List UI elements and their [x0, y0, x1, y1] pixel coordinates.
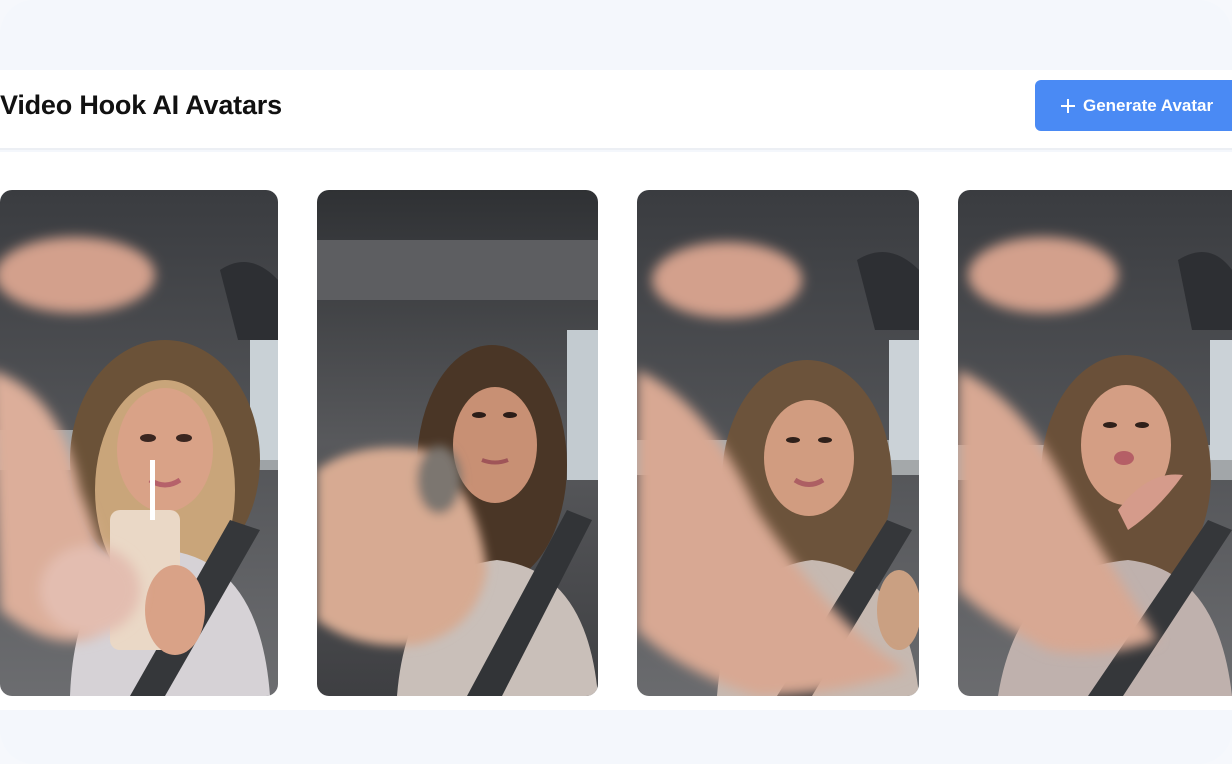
- avatar-card-1[interactable]: [0, 190, 278, 696]
- top-spacer: [0, 0, 1232, 70]
- page-title: Video Hook AI Avatars: [0, 90, 282, 120]
- bottom-spacer: [0, 710, 1232, 764]
- app-window: Video Hook AI Avatars Generate Avatar: [0, 0, 1232, 764]
- generate-avatar-button[interactable]: Generate Avatar: [1035, 80, 1232, 131]
- avatar-card-2[interactable]: [317, 190, 598, 696]
- avatar-image-2: [317, 190, 598, 696]
- generate-avatar-label: Generate Avatar: [1083, 95, 1214, 115]
- avatar-image-4: [958, 190, 1232, 696]
- avatar-card-4[interactable]: [958, 190, 1232, 696]
- avatar-image-3: [637, 190, 919, 696]
- plus-icon: [1061, 98, 1075, 113]
- avatar-image-1: [0, 190, 278, 696]
- avatar-card-3[interactable]: [637, 190, 919, 696]
